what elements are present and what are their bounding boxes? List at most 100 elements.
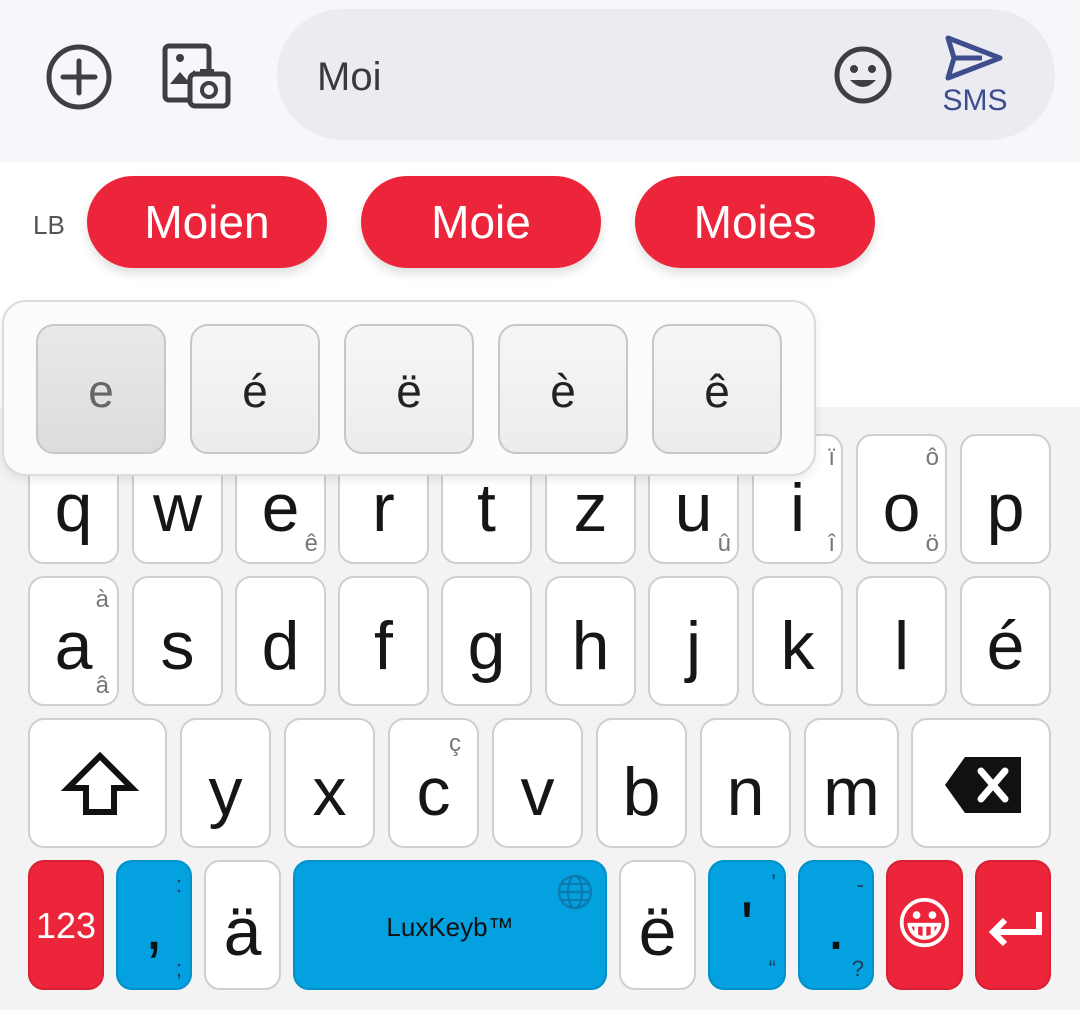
key-label: s [160, 608, 195, 684]
numbers-key[interactable]: 123 [28, 860, 104, 990]
key-hint: ê [304, 530, 318, 557]
gallery-camera-icon [162, 43, 231, 109]
key-c[interactable]: c ç [388, 718, 479, 848]
key-hint: ’ [771, 870, 776, 895]
compose-bar: Moi SMS [0, 0, 1080, 162]
key-label: . [826, 888, 846, 964]
key-hint: : [175, 872, 182, 897]
message-text: Moi [317, 55, 382, 99]
space-key[interactable]: LuxKeyb™ [293, 860, 607, 990]
key-v[interactable]: v [492, 718, 583, 848]
message-input[interactable]: Moi [277, 9, 1055, 140]
key-label: , [144, 888, 164, 964]
key-hint: ç [449, 730, 461, 757]
key-label: y [208, 754, 243, 830]
key-label: t [477, 470, 496, 546]
add-attachment-button[interactable] [44, 42, 114, 112]
shift-key[interactable] [28, 718, 167, 848]
key-label: ä [223, 894, 262, 970]
space-label: LuxKeyb™ [386, 912, 514, 942]
language-indicator[interactable]: LB [33, 210, 65, 241]
key-e-umlaut[interactable]: ë [619, 860, 696, 990]
key-label: ë [638, 894, 677, 970]
key-label: k [780, 608, 815, 684]
backspace-icon [945, 757, 1021, 813]
key-label: é [986, 608, 1025, 684]
key-y[interactable]: y [180, 718, 271, 848]
key-hint: ? [851, 956, 864, 981]
key-label: c [416, 754, 451, 830]
backspace-key[interactable] [911, 718, 1051, 848]
key-hint: ö [925, 530, 939, 557]
key-label: 123 [35, 905, 97, 946]
key-hint: â [95, 672, 109, 699]
key-m[interactable]: m [804, 718, 899, 848]
key-hint: “ [768, 956, 776, 981]
key-label: b [622, 754, 661, 830]
key-f[interactable]: f [338, 576, 429, 706]
key-hint: û [717, 530, 731, 557]
key-n[interactable]: n [700, 718, 791, 848]
add-circle-icon [46, 44, 112, 110]
suggestion-chip[interactable]: Moien [87, 176, 327, 268]
key-label: l [893, 608, 910, 684]
key-d[interactable]: d [235, 576, 326, 706]
accent-option[interactable]: ë [344, 324, 474, 454]
send-icon [945, 35, 1003, 81]
key-hint: à [95, 586, 109, 613]
key-label: q [54, 470, 93, 546]
suggestion-chip[interactable]: Moies [635, 176, 875, 268]
send-type-label: SMS [942, 84, 1008, 117]
period-key[interactable]: . - ? [798, 860, 874, 990]
apostrophe-key[interactable]: ' ’ “ [708, 860, 786, 990]
key-label: h [571, 608, 610, 684]
key-b[interactable]: b [596, 718, 687, 848]
key-a[interactable]: a à â [28, 576, 119, 706]
key-s[interactable]: s [132, 576, 223, 706]
emoji-smile-icon [834, 46, 892, 104]
key-e-acute[interactable]: é [960, 576, 1051, 706]
emoji-grinning-icon: 😀 [895, 892, 954, 955]
key-hint: ï [828, 444, 835, 471]
key-g[interactable]: g [441, 576, 532, 706]
key-o[interactable]: o ô ö [856, 434, 947, 564]
key-label: w [152, 470, 203, 546]
key-h[interactable]: h [545, 576, 636, 706]
key-k[interactable]: k [752, 576, 843, 706]
emoji-picker-button[interactable] [832, 44, 894, 106]
key-label: z [573, 470, 608, 546]
key-label: v [520, 754, 555, 830]
accent-option[interactable]: è [498, 324, 628, 454]
globe-icon [557, 874, 593, 910]
key-label: j [685, 608, 702, 684]
key-label: a [54, 608, 93, 684]
send-button[interactable] [942, 32, 1006, 84]
comma-key[interactable]: , : ; [116, 860, 192, 990]
gallery-camera-button[interactable] [160, 40, 232, 112]
key-label: f [374, 608, 393, 684]
emoji-key[interactable]: 😀 [886, 860, 963, 990]
key-j[interactable]: j [648, 576, 739, 706]
accent-option[interactable]: ê [652, 324, 782, 454]
accent-option-selected[interactable]: e [36, 324, 166, 454]
accent-option[interactable]: é [190, 324, 320, 454]
enter-key[interactable] [975, 860, 1051, 990]
key-label: x [312, 754, 347, 830]
key-hint: - [856, 872, 864, 897]
key-label: g [467, 608, 506, 684]
key-p[interactable]: p [960, 434, 1051, 564]
accent-popup: e é ë è ê [2, 300, 816, 476]
key-label: r [372, 470, 395, 546]
key-a-umlaut[interactable]: ä [204, 860, 281, 990]
suggestion-chip[interactable]: Moie [361, 176, 601, 268]
key-label: p [986, 470, 1025, 546]
keyboard: q w e ê r t z u û i ï î o ô ö p a à â s … [0, 407, 1080, 1010]
shift-icon [60, 751, 140, 815]
key-l[interactable]: l [856, 576, 947, 706]
key-x[interactable]: x [284, 718, 375, 848]
enter-icon [988, 912, 1042, 947]
key-label: d [261, 608, 300, 684]
key-hint: î [828, 530, 835, 557]
key-label: n [726, 754, 765, 830]
key-hint: ô [925, 444, 939, 471]
